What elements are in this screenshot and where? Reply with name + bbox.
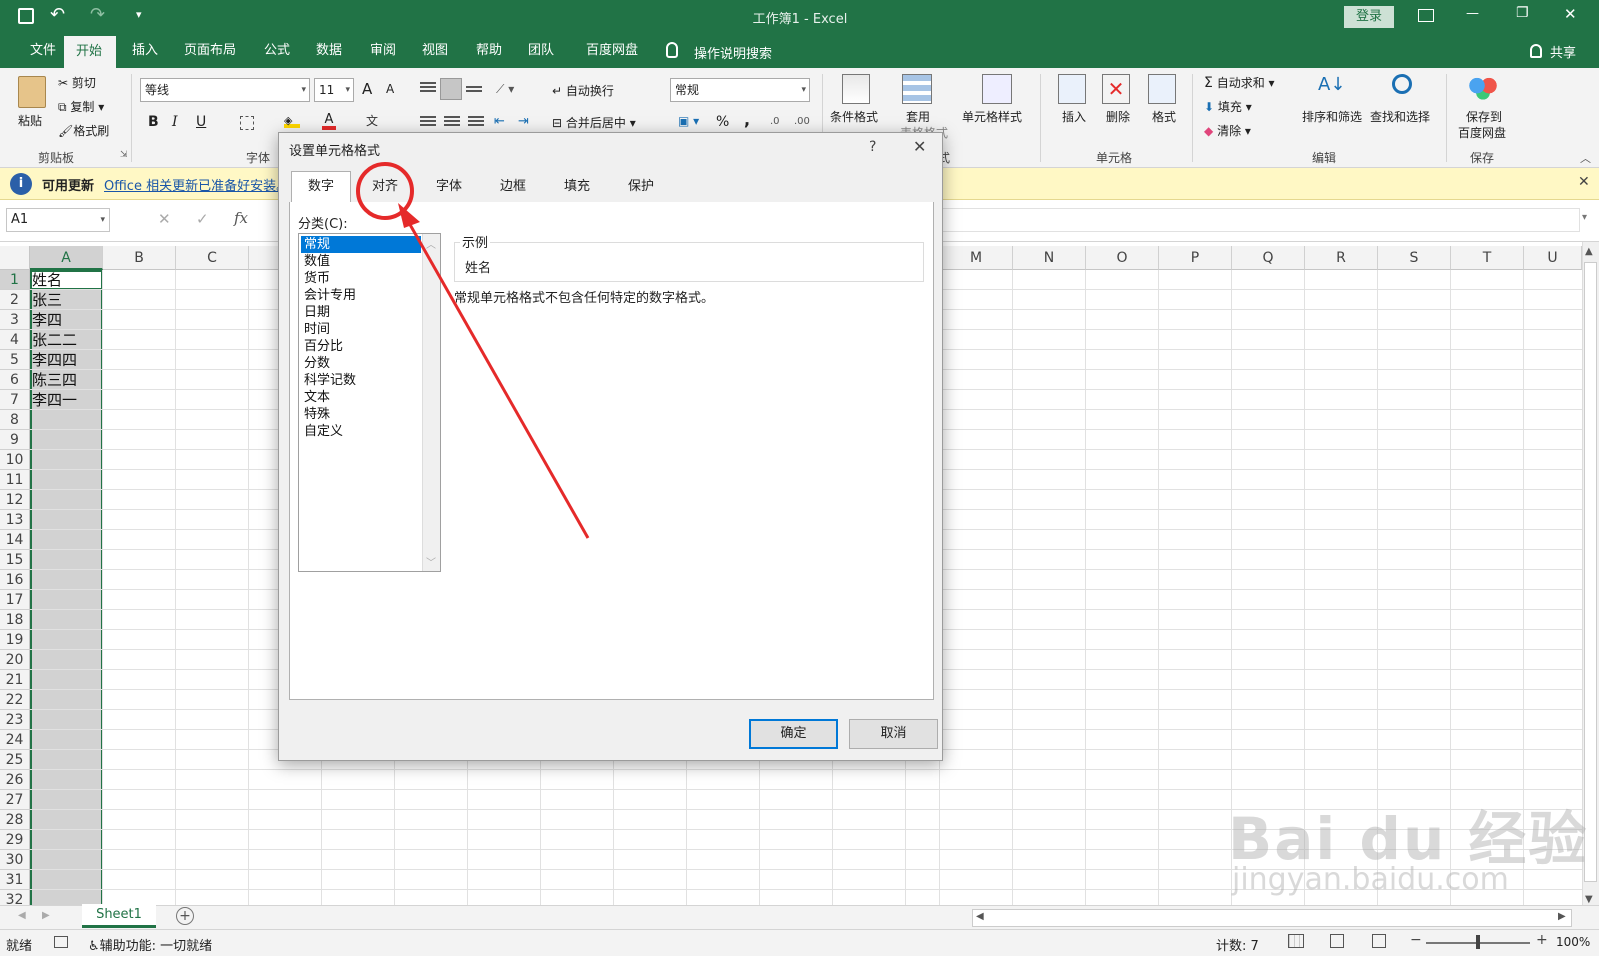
annotation-arrow-line: [402, 213, 590, 539]
annotation-overlay: [356, 162, 590, 539]
